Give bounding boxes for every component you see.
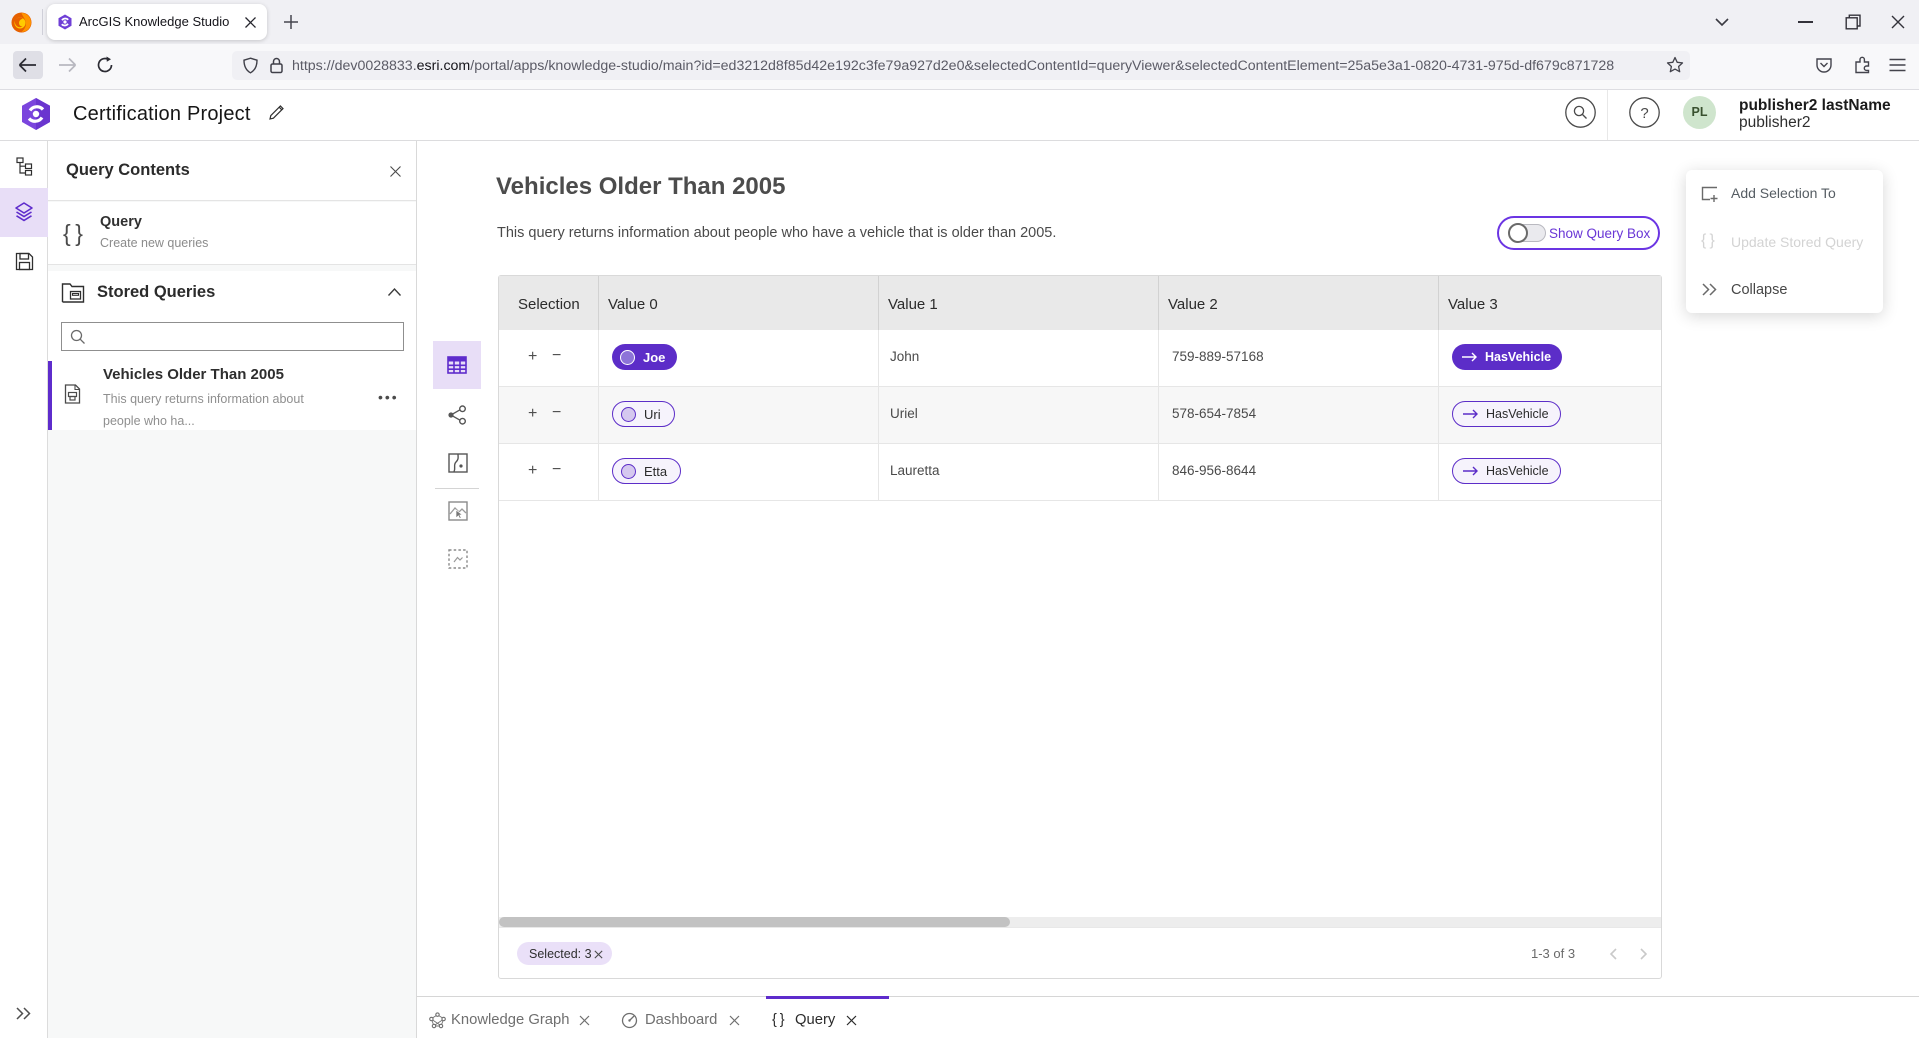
svg-text:?: ? xyxy=(1640,105,1648,122)
